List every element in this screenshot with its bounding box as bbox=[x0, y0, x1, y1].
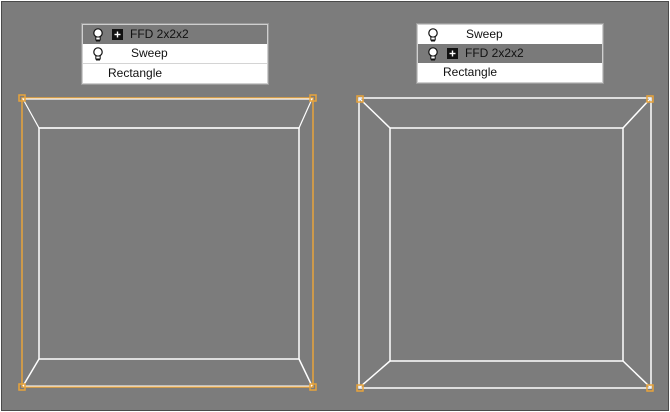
plus-icon[interactable] bbox=[447, 48, 458, 59]
stack-row-sweep[interactable]: Sweep bbox=[83, 44, 267, 63]
stack-row-label: Rectangle bbox=[443, 65, 498, 79]
ffd-lattice-left bbox=[21, 97, 314, 388]
ffd-control-points-left[interactable] bbox=[18, 94, 317, 391]
sweep-edge-left-br bbox=[298, 358, 313, 387]
modifier-stack-right: Sweep FFD 2x2x2 Rectangle bbox=[417, 24, 603, 83]
stack-row-ffd[interactable]: FFD 2x2x2 bbox=[83, 25, 267, 44]
stack-row-sweep[interactable]: Sweep bbox=[418, 25, 602, 44]
sweep-outer-right bbox=[358, 97, 652, 389]
viewport-frame: FFD 2x2x2 Sweep Rectangle Sweep FFD 2x2x… bbox=[1, 1, 669, 411]
sweep-edge-right-bl bbox=[359, 360, 391, 388]
lightbulb-icon[interactable] bbox=[90, 46, 106, 61]
left-object[interactable] bbox=[18, 94, 317, 391]
modifier-stack-left: FFD 2x2x2 Sweep Rectangle bbox=[82, 24, 268, 84]
lightbulb-icon[interactable] bbox=[90, 27, 106, 42]
lightbulb-icon[interactable] bbox=[425, 46, 441, 61]
stack-row-label: FFD 2x2x2 bbox=[130, 27, 189, 41]
lightbulb-icon[interactable] bbox=[425, 27, 441, 42]
stack-row-label: FFD 2x2x2 bbox=[465, 46, 524, 60]
sweep-top-face-left bbox=[21, 98, 313, 129]
stack-row-label: Sweep bbox=[466, 27, 503, 41]
right-object[interactable] bbox=[356, 95, 654, 392]
sweep-edge-right-tl bbox=[359, 98, 391, 129]
stack-row-rectangle[interactable]: Rectangle bbox=[418, 63, 602, 82]
sweep-edge-right-br bbox=[622, 360, 651, 388]
plus-icon[interactable] bbox=[112, 29, 123, 40]
sweep-inner-right bbox=[389, 127, 624, 362]
stack-row-label: Sweep bbox=[131, 46, 168, 60]
stack-row-rectangle[interactable]: Rectangle bbox=[83, 63, 267, 83]
sweep-edge-left-bl bbox=[22, 358, 40, 387]
sweep-edge-right-tr bbox=[622, 98, 651, 129]
sweep-inner-left bbox=[38, 127, 300, 360]
stack-row-ffd[interactable]: FFD 2x2x2 bbox=[418, 44, 602, 63]
ffd-control-points-right[interactable] bbox=[356, 95, 654, 392]
stack-row-label: Rectangle bbox=[108, 66, 163, 80]
